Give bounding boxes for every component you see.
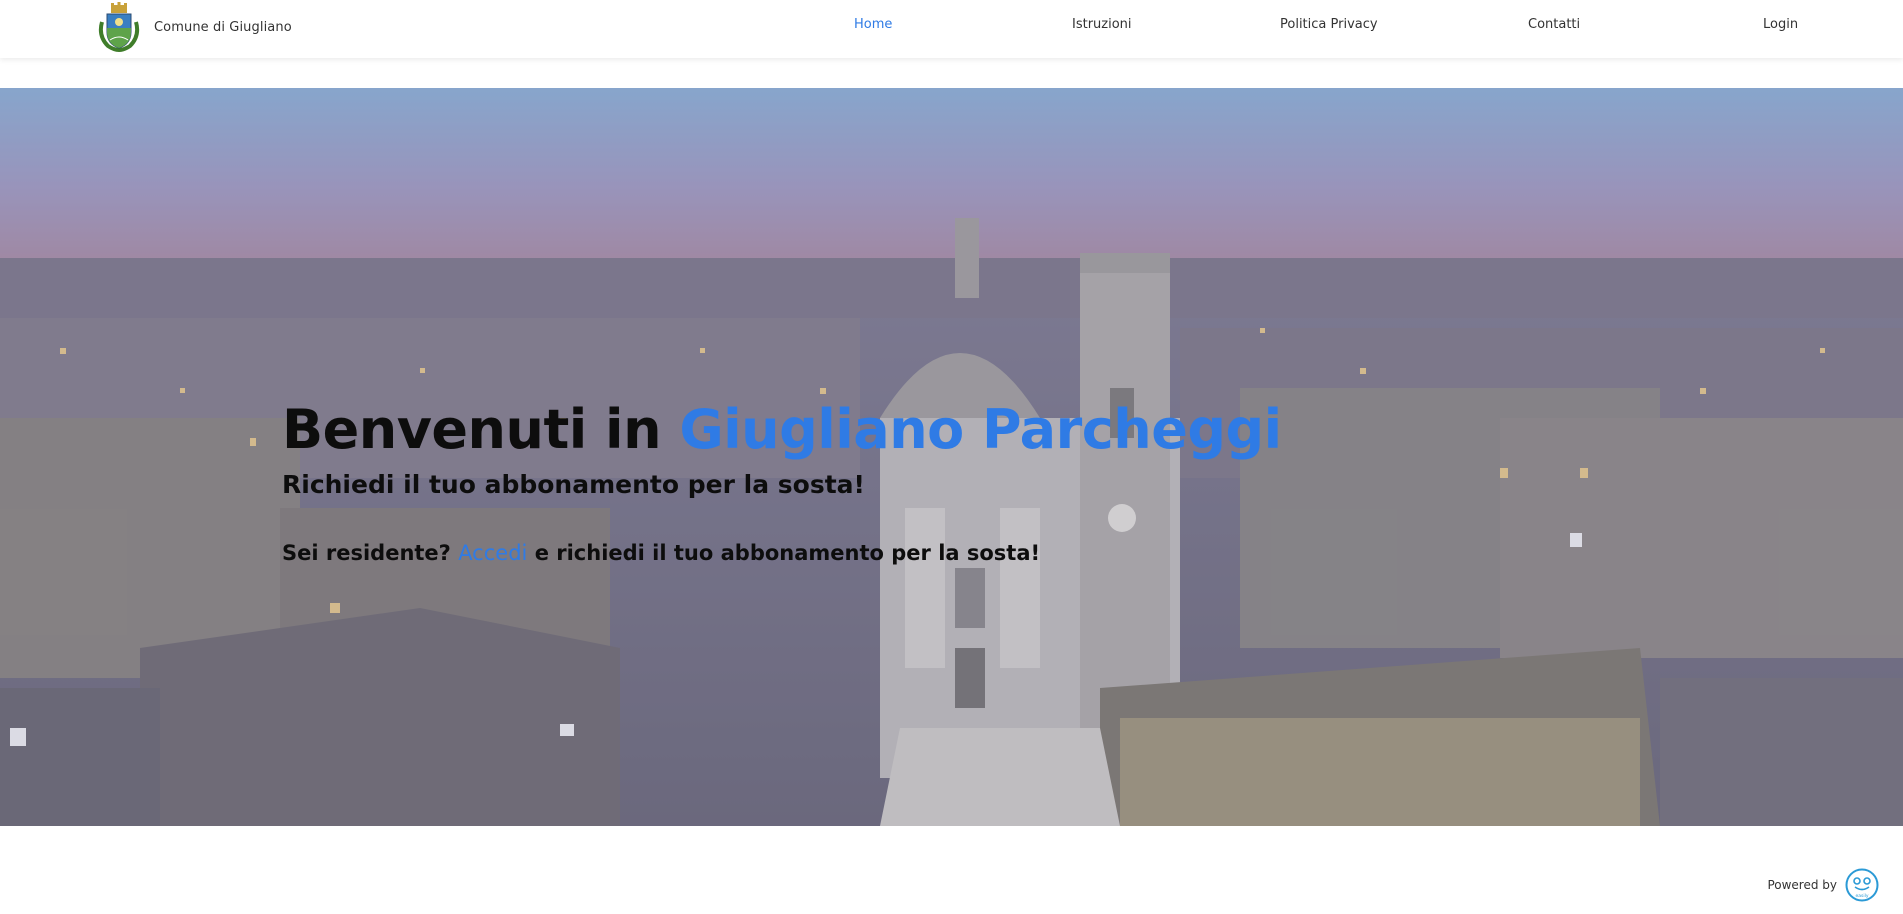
accedi-link[interactable]: Accedi: [458, 541, 527, 565]
nav-contatti-link[interactable]: Contatti: [1528, 17, 1580, 32]
easily-logo-icon: easily: [1845, 868, 1879, 902]
nav-privacy-link[interactable]: Politica Privacy: [1280, 17, 1378, 32]
nav-login-link[interactable]: Login: [1763, 17, 1798, 32]
brand[interactable]: Comune di Giugliano: [96, 0, 292, 54]
nav-istruzioni-link[interactable]: Istruzioni: [1072, 17, 1132, 32]
brand-name: Comune di Giugliano: [154, 19, 292, 35]
powered-by-label: Powered by: [1767, 878, 1837, 892]
site-header: Comune di Giugliano Home Istruzioni Poli…: [0, 0, 1903, 58]
nav-home-link[interactable]: Home: [854, 17, 892, 32]
hero-cta-suffix: e richiedi il tuo abbonamento per la sos…: [534, 541, 1041, 565]
hero-title-prefix: Benvenuti in: [282, 398, 662, 461]
hero-cta: Sei residente? Accedi e richiedi il tuo …: [282, 541, 1040, 565]
municipal-crest-icon: [98, 2, 140, 52]
hero-cta-prefix: Sei residente?: [282, 541, 451, 565]
powered-by[interactable]: Powered by easily: [1767, 868, 1879, 902]
easily-logo-text: easily: [1855, 893, 1868, 899]
hero-title-accent: Giugliano Parcheggi: [679, 398, 1282, 461]
hero-title: Benvenuti in Giugliano Parcheggi: [282, 398, 1282, 461]
hero-section: Benvenuti in Giugliano Parcheggi Richied…: [0, 88, 1903, 826]
hero-subtitle: Richiedi il tuo abbonamento per la sosta…: [282, 470, 865, 499]
